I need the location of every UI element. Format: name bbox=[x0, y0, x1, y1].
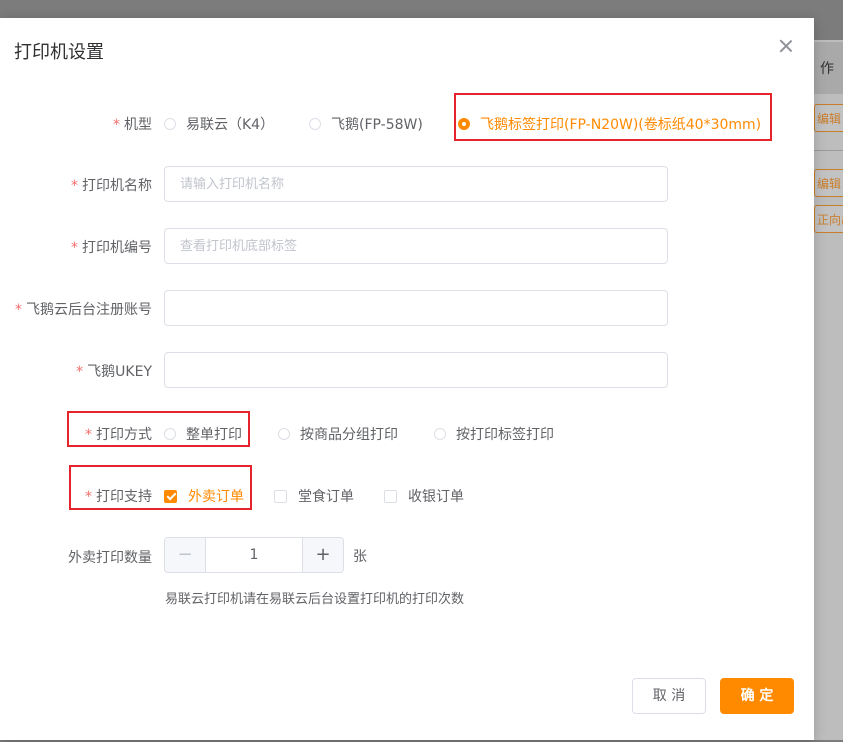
required-mark: * bbox=[71, 240, 78, 256]
radio-circle-icon bbox=[309, 118, 321, 130]
checkbox-checked-icon bbox=[164, 489, 177, 503]
required-mark: * bbox=[15, 302, 22, 318]
radio-circle-icon bbox=[164, 428, 176, 440]
printer-name-label-text: 打印机名称 bbox=[82, 178, 152, 194]
required-mark: * bbox=[85, 427, 92, 443]
feie-ukey-label-text: 飞鹅UKEY bbox=[87, 364, 152, 380]
cancel-button[interactable]: 取 消 bbox=[632, 678, 706, 714]
printer-name-input[interactable] bbox=[164, 166, 668, 202]
print-mode-radio-by-label[interactable]: 按打印标签打印 bbox=[434, 424, 554, 444]
background-edit-button: 编辑 bbox=[814, 104, 843, 132]
feie-account-input[interactable] bbox=[164, 290, 668, 326]
print-support-checkbox-cashier[interactable]: 收银订单 bbox=[384, 486, 464, 506]
checkbox-label: 收银订单 bbox=[408, 489, 464, 505]
model-label: * 机型 bbox=[113, 114, 152, 134]
takeout-count-stepper: − 1 + bbox=[164, 537, 344, 573]
radio-circle-icon bbox=[278, 428, 290, 440]
takeout-count-unit: 张 bbox=[353, 549, 367, 565]
background-page bbox=[814, 40, 843, 740]
radio-label: 飞鹅(FP-58W) bbox=[331, 117, 423, 133]
required-mark: * bbox=[113, 117, 120, 133]
printer-name-label: * 打印机名称 bbox=[71, 175, 152, 195]
radio-circle-icon bbox=[164, 118, 176, 130]
radio-label: 按打印标签打印 bbox=[456, 427, 554, 443]
radio-label: 按商品分组打印 bbox=[300, 427, 398, 443]
confirm-button[interactable]: 确 定 bbox=[720, 678, 794, 714]
checkbox-icon bbox=[384, 489, 397, 503]
printer-sn-input[interactable] bbox=[164, 228, 668, 264]
print-support-checkbox-dine-in[interactable]: 堂食订单 bbox=[274, 486, 354, 506]
feie-ukey-label: * 飞鹅UKEY bbox=[76, 361, 152, 381]
minus-button[interactable]: − bbox=[165, 538, 206, 572]
radio-label: 易联云（K4） bbox=[186, 117, 275, 133]
background-edit-button: 编辑 bbox=[814, 169, 843, 197]
feie-account-label-text: 飞鹅云后台注册账号 bbox=[26, 302, 152, 318]
background-divider bbox=[814, 150, 843, 151]
background-table-header: 作 bbox=[814, 42, 843, 94]
feie-ukey-input[interactable] bbox=[164, 352, 668, 388]
print-support-checkbox-takeout[interactable]: 外卖订单 bbox=[164, 486, 244, 506]
radio-label: 飞鹅标签打印(FP-N20W)(卷标纸40*30mm) bbox=[480, 117, 762, 133]
checkbox-label: 外卖订单 bbox=[188, 489, 244, 505]
plus-button[interactable]: + bbox=[302, 538, 343, 572]
feie-account-label: * 飞鹅云后台注册账号 bbox=[15, 299, 152, 319]
model-radio-feie-58w[interactable]: 飞鹅(FP-58W) bbox=[309, 114, 423, 134]
model-radio-yilianyun[interactable]: 易联云（K4） bbox=[164, 114, 274, 134]
radio-checked-icon bbox=[458, 118, 470, 130]
print-mode-radio-whole[interactable]: 整单打印 bbox=[164, 424, 242, 444]
close-icon[interactable] bbox=[778, 38, 794, 54]
required-mark: * bbox=[71, 178, 78, 194]
radio-circle-icon bbox=[434, 428, 446, 440]
printer-sn-label: * 打印机编号 bbox=[71, 237, 152, 257]
takeout-count-hint: 易联云打印机请在易联云后台设置打印机的打印次数 bbox=[165, 592, 465, 607]
radio-label: 整单打印 bbox=[186, 427, 242, 443]
takeout-count-value[interactable]: 1 bbox=[206, 538, 302, 572]
model-label-text: 机型 bbox=[124, 117, 152, 133]
takeout-count-label: 外卖打印数量 bbox=[68, 550, 152, 566]
printer-sn-label-text: 打印机编号 bbox=[82, 240, 152, 256]
required-mark: * bbox=[85, 489, 92, 505]
model-radio-feie-label-n20w[interactable]: 飞鹅标签打印(FP-N20W)(卷标纸40*30mm) bbox=[458, 114, 761, 134]
printer-settings-dialog: 打印机设置 * 机型 易联云（K4） 飞鹅(FP-58W) 飞鹅标签打印(FP-N… bbox=[0, 18, 814, 740]
dialog-title: 打印机设置 bbox=[14, 42, 104, 63]
print-mode-radio-by-group[interactable]: 按商品分组打印 bbox=[278, 424, 398, 444]
checkbox-icon bbox=[274, 489, 287, 503]
print-mode-label: * 打印方式 bbox=[85, 424, 152, 444]
background-forward-button: 正向出 bbox=[814, 205, 843, 233]
print-support-label: * 打印支持 bbox=[85, 486, 152, 506]
print-support-label-text: 打印支持 bbox=[96, 489, 152, 505]
checkbox-label: 堂食订单 bbox=[298, 489, 354, 505]
print-mode-label-text: 打印方式 bbox=[96, 427, 152, 443]
required-mark: * bbox=[76, 364, 84, 380]
background-header-text: 作 bbox=[820, 61, 834, 77]
